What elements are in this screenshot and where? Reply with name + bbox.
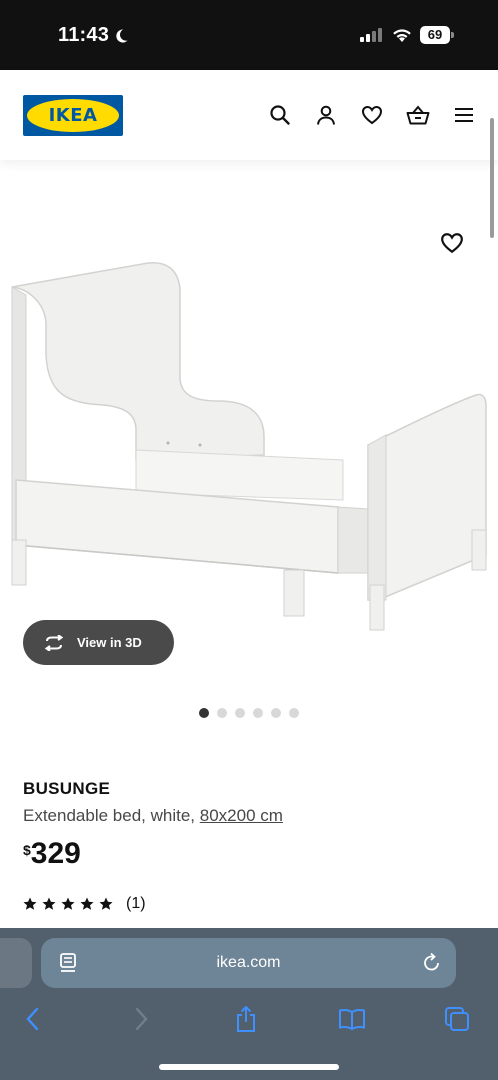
menu-icon [455, 108, 473, 122]
heart-icon [361, 105, 383, 125]
logo-text: IKEA [48, 105, 98, 126]
basket-button[interactable] [406, 103, 430, 127]
search-icon [270, 105, 290, 125]
product-image[interactable] [8, 255, 490, 635]
gallery-dot[interactable] [253, 708, 263, 718]
gallery-pagination [199, 708, 299, 718]
ikea-logo[interactable]: IKEA [23, 95, 123, 136]
product-description-text: Extendable bed, white, [23, 806, 196, 825]
back-icon [26, 1007, 39, 1031]
gallery-dot[interactable] [271, 708, 281, 718]
review-count: (1) [126, 895, 146, 912]
product-price: $ 329 [23, 838, 81, 870]
star-icon [23, 897, 37, 910]
account-button[interactable] [314, 103, 338, 127]
battery-level: 69 [420, 26, 450, 44]
browser-nav [0, 1000, 498, 1040]
moon-icon [116, 28, 128, 42]
save-to-list-button[interactable] [440, 231, 464, 255]
battery-icon: 69 [420, 26, 454, 44]
menu-button[interactable] [452, 103, 476, 127]
signal-icon [360, 28, 382, 42]
search-button[interactable] [268, 103, 292, 127]
tabs-icon [445, 1007, 469, 1031]
gallery-dot[interactable] [235, 708, 245, 718]
favourites-button[interactable] [360, 103, 384, 127]
account-icon [317, 105, 335, 125]
gallery-dot[interactable] [289, 708, 299, 718]
bookmarks-button[interactable] [337, 1004, 367, 1034]
status-bar: 11:43 69 [0, 0, 498, 70]
star-icon [42, 897, 56, 910]
gallery-dot[interactable] [199, 708, 209, 718]
share-button[interactable] [231, 1004, 261, 1034]
view-in-3d-label: View in 3D [77, 635, 142, 650]
forward-button[interactable] [126, 1004, 156, 1034]
star-icon [61, 897, 75, 910]
home-indicator[interactable] [159, 1064, 339, 1070]
share-icon [237, 1005, 255, 1032]
rotate-3d-icon [44, 634, 64, 651]
gallery-dot[interactable] [217, 708, 227, 718]
heart-icon [441, 233, 463, 254]
status-time: 11:43 [58, 24, 110, 46]
battery-nub [451, 32, 454, 38]
product-rating[interactable]: (1) [23, 895, 146, 913]
product-name: BUSUNGE [23, 779, 111, 798]
address-bar[interactable]: ikea.com [41, 938, 456, 988]
price-amount: 329 [30, 837, 81, 870]
star-icon [99, 897, 113, 910]
basket-icon [406, 105, 430, 125]
tabs-button[interactable] [442, 1004, 472, 1034]
star-icon [80, 897, 94, 910]
site-header: IKEA [0, 70, 498, 160]
product-gallery[interactable]: View in 3D [0, 160, 498, 740]
reader-mode-icon[interactable] [59, 952, 79, 974]
previous-tab-peek[interactable] [0, 938, 32, 988]
status-time-group: 11:43 [58, 24, 129, 47]
bookmarks-icon [339, 1009, 365, 1030]
reload-icon[interactable] [422, 952, 442, 974]
price-currency: $ [23, 842, 31, 858]
url-text: ikea.com [216, 954, 281, 971]
header-actions [268, 103, 476, 127]
wifi-icon [393, 28, 411, 42]
product-size-link[interactable]: 80x200 cm [200, 806, 283, 825]
logo-oval: IKEA [27, 99, 119, 132]
browser-toolbar: ikea.com [0, 928, 498, 1080]
status-indicators: 69 [360, 26, 454, 44]
product-description: Extendable bed, white, 80x200 cm [23, 806, 283, 826]
page-scrollbar[interactable] [490, 118, 494, 238]
back-button[interactable] [18, 1004, 48, 1034]
forward-icon [135, 1007, 148, 1031]
view-in-3d-button[interactable]: View in 3D [23, 620, 174, 665]
